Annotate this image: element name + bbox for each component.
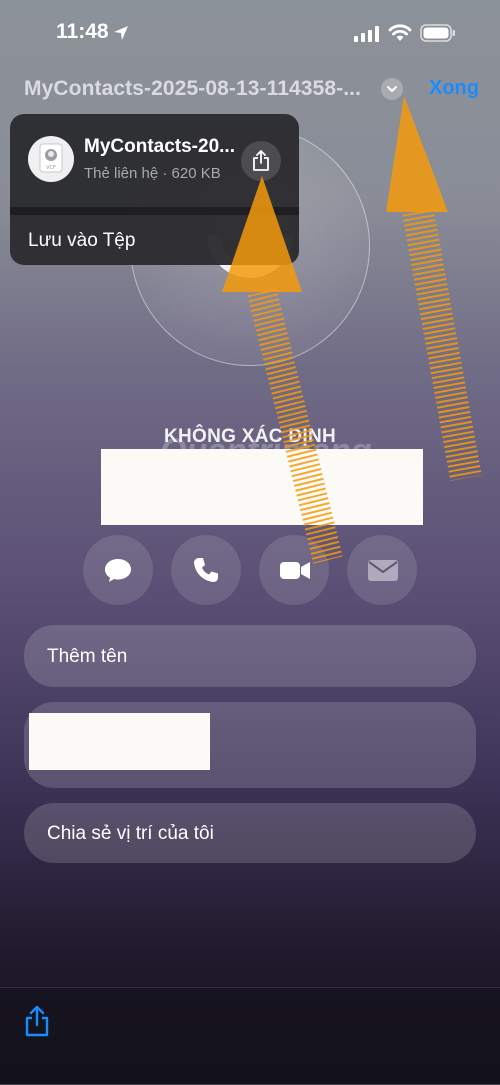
annotation-arrow-right [386, 96, 482, 481]
annotation-arrow-left [222, 176, 343, 564]
annotation-arrows [222, 96, 482, 564]
